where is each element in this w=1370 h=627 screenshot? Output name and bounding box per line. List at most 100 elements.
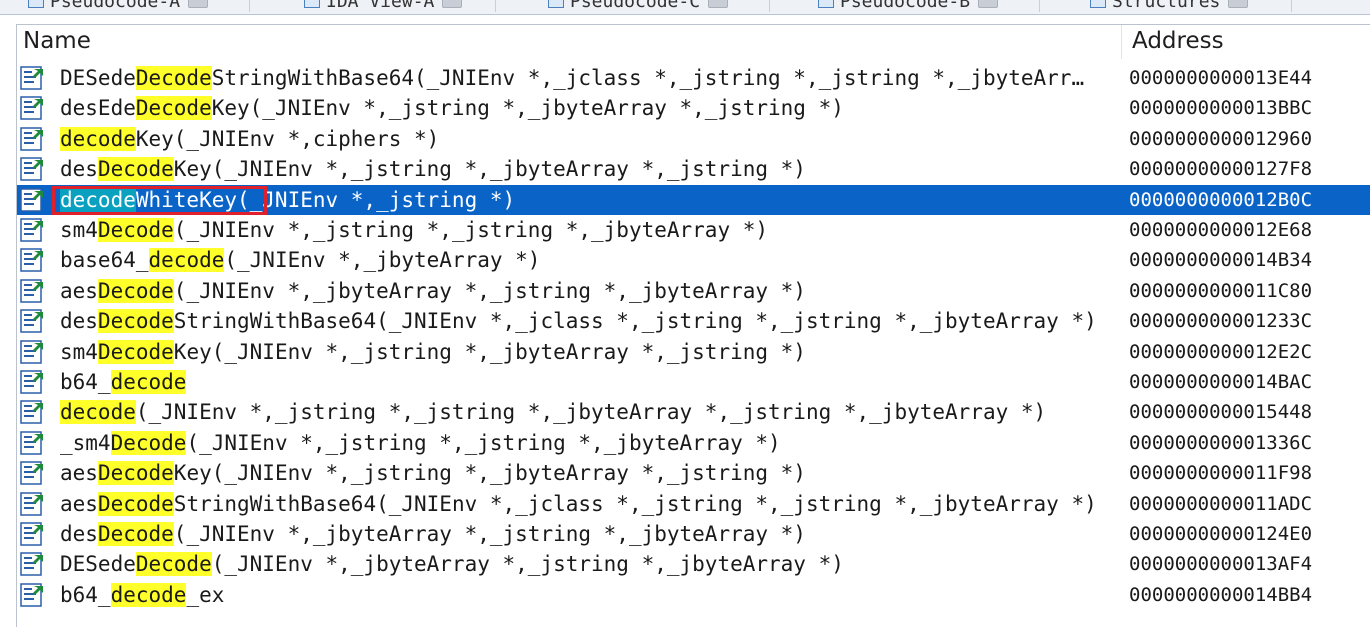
function-row[interactable]: desDecodeStringWithBase64(_JNIEnv *,_jcl… bbox=[17, 306, 1370, 336]
function-name: base64_decode(_JNIEnv *,_jbyteArray *) bbox=[60, 245, 540, 275]
name-prefix: sm4 bbox=[60, 339, 98, 364]
function-icon bbox=[20, 127, 44, 151]
function-address: 0000000000012B0C bbox=[1129, 188, 1313, 211]
function-name: sm4Decode(_JNIEnv *,_jstring *,_jstring … bbox=[60, 215, 768, 245]
function-name: aesDecodeStringWithBase64(_JNIEnv *,_jcl… bbox=[60, 489, 1097, 519]
function-icon bbox=[20, 66, 44, 90]
name-prefix: base64_ bbox=[60, 248, 149, 273]
column-header-address[interactable]: Address bbox=[1123, 25, 1370, 59]
name-prefix: des bbox=[60, 309, 98, 334]
name-suffix: StringWithBase64(_JNIEnv *,_jclass *,_js… bbox=[173, 309, 1097, 334]
function-address: 0000000000012960 bbox=[1129, 127, 1313, 150]
tab-label: Pseudocode-B bbox=[840, 0, 971, 12]
function-row[interactable]: decode(_JNIEnv *,_jstring *,_jstring *,_… bbox=[17, 397, 1370, 427]
close-icon[interactable] bbox=[978, 0, 999, 8]
function-address: 0000000000014BAC bbox=[1129, 371, 1313, 393]
function-row[interactable]: b64_decode 0000000000014BAC bbox=[17, 367, 1370, 397]
function-row[interactable]: desEdeDecodeKey(_JNIEnv *,_jstring *,_jb… bbox=[17, 93, 1370, 123]
pseudocode-icon bbox=[818, 0, 834, 8]
function-row[interactable]: desDecode(_JNIEnv *,_jbyteArray *,_jstri… bbox=[17, 519, 1370, 549]
ida-view-icon bbox=[304, 0, 320, 8]
name-suffix: _ex bbox=[186, 582, 225, 607]
function-address: 0000000000011F98 bbox=[1129, 462, 1313, 485]
function-icon bbox=[20, 309, 44, 333]
name-prefix: des bbox=[60, 522, 98, 546]
function-address: 0000000000013BBC bbox=[1129, 97, 1313, 120]
close-icon[interactable] bbox=[188, 0, 209, 8]
search-match-highlight: Decode bbox=[97, 157, 174, 182]
function-row[interactable]: base64_decode(_JNIEnv *,_jbyteArray *) 00… bbox=[17, 245, 1370, 275]
name-prefix: desEde bbox=[60, 96, 136, 121]
function-row[interactable]: aesDecodeKey(_JNIEnv *,_jstring *,_jbyte… bbox=[17, 458, 1370, 488]
function-name: sm4DecodeKey(_JNIEnv *,_jstring *,_jbyte… bbox=[60, 337, 806, 367]
search-match-highlight: Decode bbox=[97, 491, 174, 516]
search-match-highlight: decode bbox=[110, 370, 187, 394]
search-match-highlight: Decode bbox=[135, 66, 212, 90]
name-suffix: Key(_JNIEnv *,_jstring *,_jbyteArray *,_… bbox=[173, 461, 806, 486]
tab-pseudocode-a[interactable]: Pseudocode-A bbox=[20, 0, 250, 12]
name-prefix: aes bbox=[60, 491, 98, 516]
function-icon bbox=[20, 96, 44, 121]
function-name: desDecodeStringWithBase64(_JNIEnv *,_jcl… bbox=[60, 306, 1097, 336]
tab-pseudocode-b[interactable]: Pseudocode-B bbox=[810, 0, 1040, 12]
function-name: desDecodeKey(_JNIEnv *,_jstring *,_jbyte… bbox=[60, 154, 806, 184]
function-name: DESedeDecode(_JNIEnv *,_jbyteArray *,_js… bbox=[60, 549, 844, 579]
tab-label: Pseudocode-A bbox=[50, 0, 181, 12]
function-name: aesDecode(_JNIEnv *,_jbyteArray *,_jstri… bbox=[60, 276, 806, 306]
search-match-highlight: Decode bbox=[97, 339, 174, 364]
function-row[interactable]: sm4DecodeKey(_JNIEnv *,_jstring *,_jbyte… bbox=[17, 337, 1370, 367]
function-address: 0000000000012E2C bbox=[1129, 340, 1313, 363]
tab-label: Structures bbox=[1112, 0, 1221, 12]
function-row[interactable]: sm4Decode(_JNIEnv *,_jstring *,_jstring … bbox=[17, 215, 1370, 245]
close-icon[interactable] bbox=[1228, 0, 1249, 8]
name-prefix: sm4 bbox=[60, 218, 98, 242]
function-address: 00000000000127F8 bbox=[1129, 158, 1313, 181]
search-match-highlight: Decode bbox=[97, 218, 174, 242]
tab-ida-view-a[interactable]: IDA View-A bbox=[296, 0, 496, 12]
function-icon bbox=[20, 279, 44, 303]
function-row[interactable]: DESedeDecode(_JNIEnv *,_jbyteArray *,_js… bbox=[17, 549, 1370, 579]
tab-pseudocode-c[interactable]: Pseudocode-C bbox=[540, 0, 770, 12]
name-prefix: b64_ bbox=[60, 370, 111, 394]
close-icon[interactable] bbox=[442, 0, 463, 8]
name-prefix: b64_ bbox=[60, 582, 111, 607]
name-suffix: (_JNIEnv *,_jstring *,_jstring *,_jbyteA… bbox=[186, 430, 781, 455]
function-name: decodeKey(_JNIEnv *,ciphers *) bbox=[60, 124, 439, 154]
function-row[interactable]: DESedeDecodeStringWithBase64(_JNIEnv *,_… bbox=[17, 63, 1370, 93]
function-row[interactable]: aesDecodeStringWithBase64(_JNIEnv *,_jcl… bbox=[17, 489, 1370, 519]
search-match-highlight: decode bbox=[148, 248, 225, 273]
search-match-highlight: Decode bbox=[97, 309, 174, 334]
name-suffix: (_JNIEnv *,_jbyteArray *,_jstring *,_jby… bbox=[173, 522, 806, 546]
function-address: 0000000000011C80 bbox=[1129, 279, 1313, 302]
tab-bar: Pseudocode-A IDA View-A Pseudocode-C Pse… bbox=[0, 0, 1370, 15]
close-icon[interactable] bbox=[708, 0, 729, 8]
function-address: 00000000000124E0 bbox=[1129, 523, 1313, 545]
name-suffix: Key(_JNIEnv *,_jstring *,_jbyteArray *,_… bbox=[211, 96, 844, 121]
function-row[interactable]: desDecodeKey(_JNIEnv *,_jstring *,_jbyte… bbox=[17, 154, 1370, 184]
function-address: 0000000000014BB4 bbox=[1129, 583, 1313, 606]
function-row[interactable]: _sm4Decode(_JNIEnv *,_jstring *,_jstring… bbox=[17, 428, 1370, 458]
tab-label: IDA View-A bbox=[326, 0, 435, 12]
function-row[interactable]: b64_decode_ex 0000000000014BB4 bbox=[17, 580, 1370, 610]
function-address: 000000000001233C bbox=[1129, 310, 1313, 333]
name-suffix: Key(_JNIEnv *,_jstring *,_jbyteArray *,_… bbox=[173, 339, 806, 364]
function-name: aesDecodeKey(_JNIEnv *,_jstring *,_jbyte… bbox=[60, 458, 806, 488]
function-row[interactable]: decodeKey(_JNIEnv *,ciphers *) 0000000000… bbox=[17, 124, 1370, 154]
search-match-highlight: Decode bbox=[97, 278, 174, 303]
name-prefix: _sm4 bbox=[60, 430, 111, 455]
search-match-highlight: Decode bbox=[97, 522, 174, 546]
function-icon bbox=[20, 218, 44, 242]
function-row[interactable]: decodeWhiteKey(_JNIEnv *,_jstring *) 0000… bbox=[17, 184, 1370, 215]
function-name: desDecode(_JNIEnv *,_jbyteArray *,_jstri… bbox=[60, 519, 806, 549]
column-header-name[interactable]: Name bbox=[17, 25, 1122, 59]
tab-structures[interactable]: Structures bbox=[1082, 0, 1292, 12]
name-prefix: DESede bbox=[60, 66, 136, 90]
function-address: 0000000000011ADC bbox=[1129, 492, 1313, 515]
function-icon bbox=[20, 187, 44, 212]
function-icon bbox=[20, 339, 44, 364]
function-address: 0000000000012E68 bbox=[1129, 219, 1313, 241]
search-match-highlight: Decode bbox=[135, 552, 212, 577]
function-row[interactable]: aesDecode(_JNIEnv *,_jbyteArray *,_jstri… bbox=[17, 276, 1370, 306]
name-suffix: (_JNIEnv *,_jbyteArray *,_jstring *,_jby… bbox=[173, 278, 806, 303]
function-name: _sm4Decode(_JNIEnv *,_jstring *,_jstring… bbox=[60, 428, 781, 458]
